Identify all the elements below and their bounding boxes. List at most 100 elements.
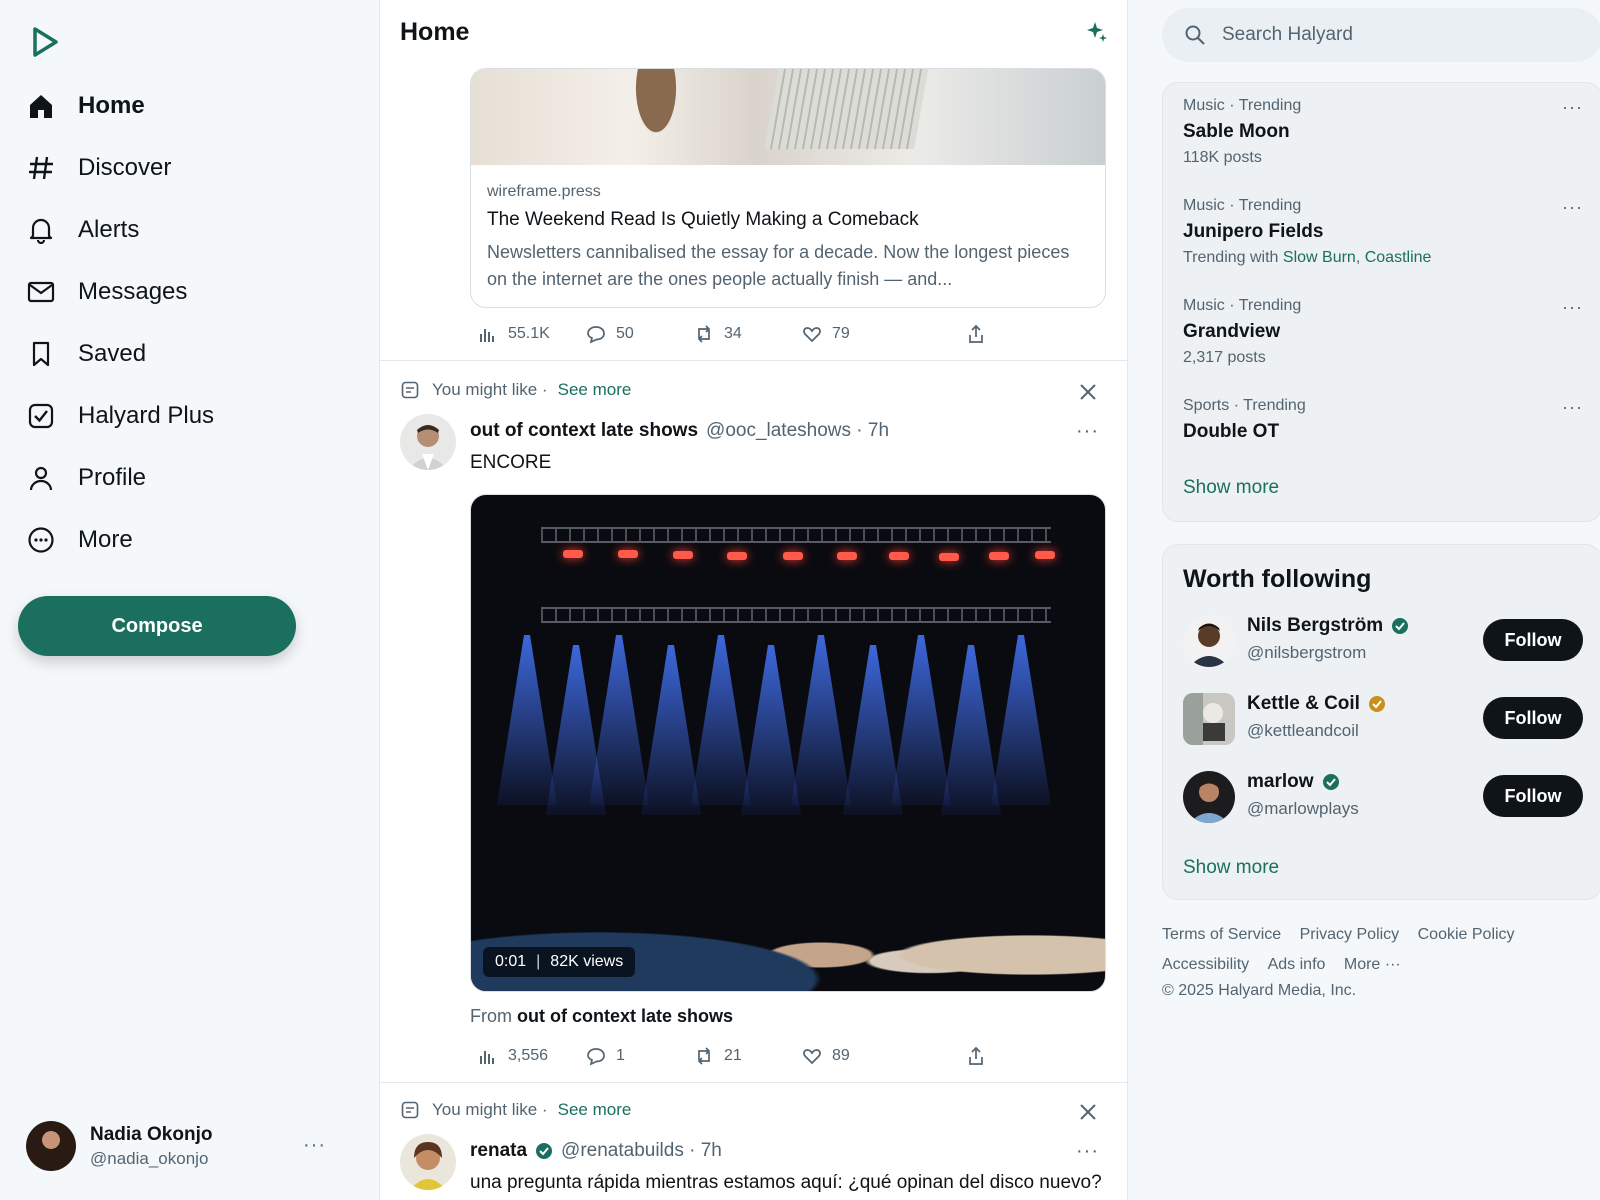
nav-discover[interactable]: Discover	[26, 146, 171, 190]
footer-link[interactable]: Accessibility	[1162, 950, 1249, 980]
post-text: ENCORE	[470, 452, 552, 473]
close-icon[interactable]	[1079, 383, 1097, 401]
copyright: © 2025 Halyard Media, Inc.	[1162, 982, 1357, 999]
author-name[interactable]: renata	[470, 1140, 527, 1162]
follow-suggestion[interactable]: Kettle & Coil @kettleandcoil Follow	[1183, 693, 1583, 747]
nav-more[interactable]: More	[26, 518, 133, 562]
nav-label: Discover	[78, 154, 172, 181]
avatar[interactable]	[400, 414, 456, 470]
trend-category: Music · Trending	[1183, 197, 1302, 214]
video-source: From out of context late shows	[470, 1006, 733, 1027]
repost-icon	[697, 325, 711, 343]
follow-suggestion[interactable]: marlow @marlowplays Follow	[1183, 771, 1583, 825]
views-button[interactable]: 3,556	[478, 1046, 548, 1066]
avatar	[26, 1121, 76, 1171]
nav-label: Halyard Plus	[78, 402, 215, 429]
compose-button[interactable]: Compose	[18, 596, 296, 656]
search-icon	[1185, 25, 1205, 45]
trend-item[interactable]: Music · Trending Junipero Fields Trendin…	[1183, 197, 1583, 267]
like-count: 79	[832, 325, 850, 342]
more-dots-icon[interactable]: ···	[303, 1134, 326, 1157]
hash-icon	[26, 153, 56, 183]
avatar[interactable]	[400, 1134, 456, 1190]
bookmark-icon	[26, 339, 56, 369]
views-button[interactable]: 55.1K	[478, 324, 550, 344]
link-domain: wireframe.press	[487, 183, 601, 200]
video-views: 82K views	[550, 953, 624, 970]
post-more-icon[interactable]: ···	[1076, 420, 1099, 443]
nav-label: Saved	[78, 340, 147, 367]
account-switcher[interactable]: Nadia Okonjo @nadia_okonjo ···	[26, 1118, 326, 1174]
post-more-icon[interactable]: ···	[1076, 1140, 1099, 1163]
repost-count: 21	[724, 1047, 742, 1064]
user-name: Kettle & Coil	[1247, 693, 1360, 714]
trend-more-icon[interactable]: ···	[1562, 197, 1583, 218]
follow-suggestion[interactable]: Nils Bergström @nilsbergstrom Follow	[1183, 615, 1583, 669]
nav-halyard-plus[interactable]: Halyard Plus	[26, 394, 214, 438]
follow-button[interactable]: Follow	[1483, 775, 1583, 817]
trend-more-icon[interactable]: ···	[1562, 97, 1583, 118]
nav-alerts[interactable]: Alerts	[26, 208, 139, 252]
from-name[interactable]: out of context late shows	[517, 1006, 733, 1026]
repost-button[interactable]: 34	[694, 324, 742, 344]
trend-name: Double OT	[1183, 421, 1280, 442]
avatar	[1183, 771, 1235, 823]
trend-item[interactable]: Sports · Trending Double OT ···	[1183, 397, 1583, 443]
footer-link[interactable]: More ···	[1344, 950, 1401, 980]
trend-link[interactable]: Slow Burn	[1283, 249, 1356, 266]
share-button[interactable]	[966, 324, 996, 344]
follow-show-more-link[interactable]: Show more	[1183, 857, 1279, 879]
trends-show-more-link[interactable]: Show more	[1183, 477, 1279, 499]
avatar	[1183, 615, 1235, 667]
author-name[interactable]: out of context late shows	[470, 420, 698, 442]
trend-item[interactable]: Music · Trending Sable Moon 118K posts ·…	[1183, 97, 1583, 167]
see-more-link[interactable]: See more	[558, 1100, 632, 1120]
divider	[380, 1082, 1127, 1083]
trend-name: Grandview	[1183, 321, 1281, 342]
play-logo-icon[interactable]	[30, 26, 60, 58]
sparkle-icon[interactable]	[1086, 20, 1108, 42]
close-icon[interactable]	[1079, 1103, 1097, 1121]
check-square-icon	[26, 401, 56, 431]
suggestion-label: You might like ·	[432, 1100, 548, 1119]
comment-icon	[587, 326, 605, 344]
trend-item[interactable]: Music · Trending Grandview 2,317 posts ·…	[1183, 297, 1583, 367]
follow-button[interactable]: Follow	[1483, 697, 1583, 739]
like-button[interactable]: 89	[802, 1046, 850, 1066]
trend-link[interactable]: Coastline	[1365, 249, 1432, 266]
video-player[interactable]: 0:01 | 82K views	[470, 494, 1106, 992]
post-header: renata @renatabuilds · 7h	[470, 1140, 722, 1162]
repost-button[interactable]: 21	[694, 1046, 742, 1066]
account-handle: @nadia_okonjo	[90, 1148, 209, 1168]
like-button[interactable]: 79	[802, 324, 850, 344]
trend-more-icon[interactable]: ···	[1562, 397, 1583, 418]
nav-label: More	[78, 526, 133, 553]
nav-saved[interactable]: Saved	[26, 332, 146, 376]
see-more-link[interactable]: See more	[558, 380, 632, 400]
search-input[interactable]	[1222, 24, 1582, 46]
footer-link[interactable]: Ads info	[1268, 950, 1326, 980]
user-handle: @marlowplays	[1247, 799, 1359, 818]
trend-more-icon[interactable]: ···	[1562, 297, 1583, 318]
comment-icon	[587, 1048, 605, 1066]
nav-label: Home	[78, 92, 145, 119]
footer-link[interactable]: Cookie Policy	[1418, 920, 1515, 950]
video-time: 0:01	[495, 953, 527, 970]
nav-messages[interactable]: Messages	[26, 270, 187, 314]
trend-count: Trending with Slow Burn, Coastline	[1183, 249, 1432, 266]
link-preview-card[interactable]: wireframe.press The Weekend Read Is Quie…	[470, 68, 1106, 308]
heart-icon	[803, 1049, 821, 1065]
link-preview-image	[471, 69, 1105, 165]
home-feed: Home wireframe.press The Weekend Read Is…	[380, 0, 1128, 1200]
verified-badge-icon	[1392, 618, 1409, 634]
share-button[interactable]	[966, 1046, 996, 1066]
footer-link[interactable]: Privacy Policy	[1300, 920, 1400, 950]
reply-button[interactable]: 50	[586, 324, 634, 344]
nav-home[interactable]: Home	[26, 84, 145, 128]
footer-link[interactable]: Terms of Service	[1162, 920, 1281, 950]
nav-profile[interactable]: Profile	[26, 456, 146, 500]
reply-button[interactable]: 1	[586, 1046, 625, 1066]
follow-button[interactable]: Follow	[1483, 619, 1583, 661]
account-name: Nadia Okonjo	[90, 1123, 213, 1145]
search-bar[interactable]	[1162, 8, 1600, 62]
